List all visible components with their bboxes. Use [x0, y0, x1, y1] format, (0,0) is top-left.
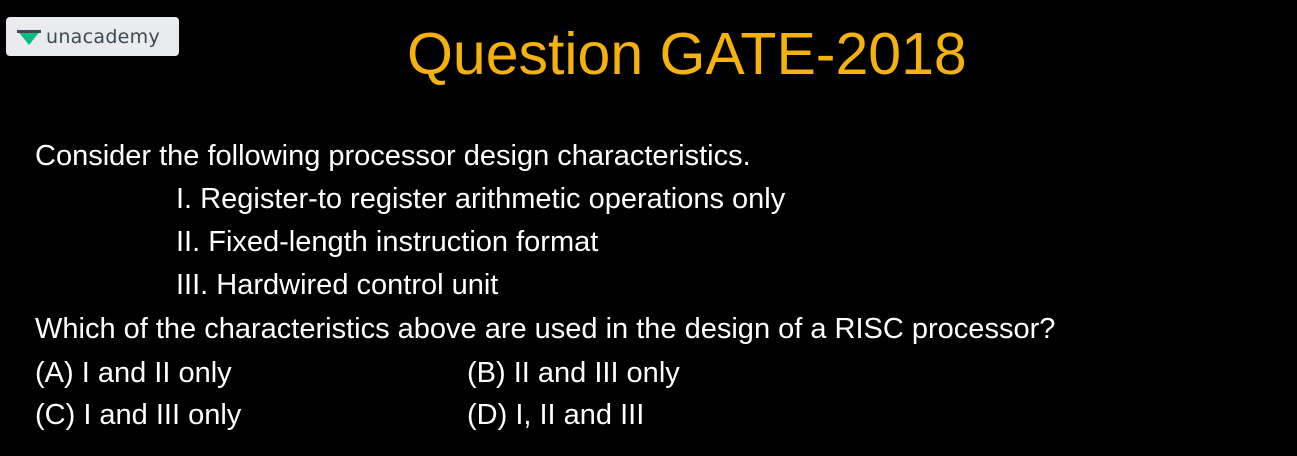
option-d: (D) I, II and III [467, 399, 645, 431]
question-intro: Consider the following processor design … [35, 140, 751, 172]
option-a: (A) I and II only [35, 357, 232, 389]
characteristic-item: II. Fixed-length instruction format [176, 226, 599, 258]
characteristic-item: I. Register-to register arithmetic opera… [176, 183, 786, 215]
option-b: (B) II and III only [467, 357, 680, 389]
slide: unacademy Question GATE-2018 Consider th… [0, 0, 1297, 456]
unacademy-logo-icon [17, 29, 41, 45]
characteristic-item: III. Hardwired control unit [176, 269, 499, 301]
slide-title: Question GATE-2018 [407, 21, 967, 87]
logo-text: unacademy [46, 25, 161, 48]
unacademy-logo: unacademy [6, 17, 179, 56]
question-prompt: Which of the characteristics above are u… [35, 313, 1056, 345]
option-c: (C) I and III only [35, 399, 242, 431]
